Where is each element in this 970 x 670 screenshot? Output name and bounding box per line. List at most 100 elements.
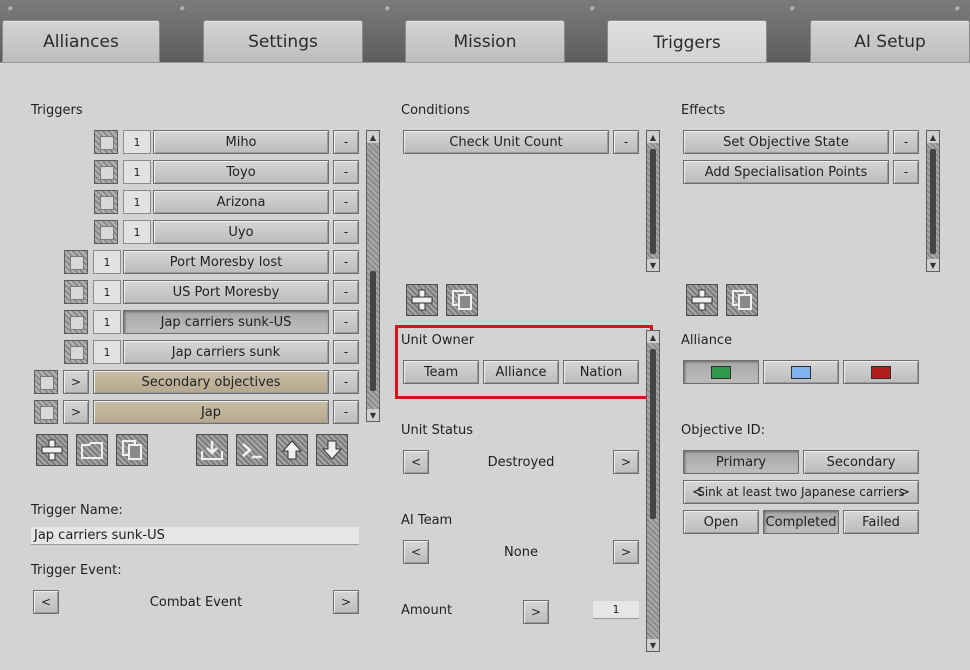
- scroll-up-icon[interactable]: ▲: [647, 131, 659, 143]
- state-completed-button[interactable]: Completed: [763, 510, 839, 534]
- trigger-item[interactable]: US Port Moresby: [123, 280, 329, 304]
- remove-effect-button[interactable]: -: [893, 160, 919, 184]
- trigger-checkbox[interactable]: [94, 160, 118, 184]
- objective-primary-button[interactable]: Primary: [683, 450, 799, 474]
- tab-ai-setup[interactable]: AI Setup: [810, 20, 970, 62]
- state-open-button[interactable]: Open: [683, 510, 759, 534]
- remove-trigger-button[interactable]: -: [333, 400, 359, 424]
- trigger-checkbox[interactable]: [64, 280, 88, 304]
- scroll-thumb[interactable]: [370, 271, 376, 391]
- import-button[interactable]: [196, 434, 228, 466]
- console-button[interactable]: [236, 434, 268, 466]
- arrow-up-icon: [281, 440, 303, 460]
- remove-condition-button[interactable]: -: [613, 130, 639, 154]
- scroll-up-icon[interactable]: ▲: [647, 331, 659, 343]
- effect-item[interactable]: Set Objective State: [683, 130, 889, 154]
- scroll-thumb[interactable]: [650, 149, 656, 254]
- add-effect-button[interactable]: [686, 284, 718, 316]
- scroll-down-icon[interactable]: ▼: [927, 259, 939, 271]
- amount-label: Amount: [401, 603, 453, 618]
- effect-item[interactable]: Add Specialisation Points: [683, 160, 889, 184]
- remove-trigger-button[interactable]: -: [333, 340, 359, 364]
- trigger-count: 1: [93, 280, 121, 304]
- remove-trigger-button[interactable]: -: [333, 280, 359, 304]
- tab-triggers[interactable]: Triggers: [607, 20, 767, 64]
- condition-params-scrollbar[interactable]: ▲ ▼: [646, 330, 660, 652]
- move-down-button[interactable]: [316, 434, 348, 466]
- ai-team-prev-button[interactable]: <: [403, 540, 429, 564]
- remove-trigger-button[interactable]: -: [333, 130, 359, 154]
- add-condition-button[interactable]: [406, 284, 438, 316]
- scroll-thumb[interactable]: [930, 149, 936, 254]
- trigger-item[interactable]: Arizona: [153, 190, 329, 214]
- triggers-scrollbar[interactable]: ▲ ▼: [366, 130, 380, 422]
- remove-trigger-button[interactable]: -: [333, 190, 359, 214]
- trigger-checkbox[interactable]: [94, 130, 118, 154]
- plus-icon: [691, 289, 713, 311]
- trigger-event-prev-button[interactable]: <: [33, 590, 59, 614]
- remove-trigger-button[interactable]: -: [333, 250, 359, 274]
- add-folder-button[interactable]: [76, 434, 108, 466]
- conditions-scrollbar[interactable]: ▲ ▼: [646, 130, 660, 272]
- copy-effect-button[interactable]: [726, 284, 758, 316]
- remove-trigger-button[interactable]: -: [333, 160, 359, 184]
- unit-status-prev-button[interactable]: <: [403, 450, 429, 474]
- trigger-item[interactable]: Miho: [153, 130, 329, 154]
- alliance-color-swatch: [871, 365, 891, 379]
- scroll-down-icon[interactable]: ▼: [647, 259, 659, 271]
- unit-status-label: Unit Status: [401, 423, 474, 438]
- trigger-item[interactable]: Port Moresby lost: [123, 250, 329, 274]
- scroll-up-icon[interactable]: ▲: [367, 131, 379, 143]
- unit-status-next-button[interactable]: >: [613, 450, 639, 474]
- tab-settings[interactable]: Settings: [203, 20, 363, 62]
- trigger-item[interactable]: Uyo: [153, 220, 329, 244]
- remove-trigger-button[interactable]: -: [333, 370, 359, 394]
- trigger-item-selected[interactable]: Jap carriers sunk-US: [123, 310, 329, 334]
- alliance-green-button[interactable]: [683, 360, 759, 384]
- alliance-red-button[interactable]: [843, 360, 919, 384]
- move-up-button[interactable]: [276, 434, 308, 466]
- trigger-name-label: Trigger Name:: [31, 503, 123, 518]
- trigger-name-input[interactable]: Jap carriers sunk-US: [31, 527, 359, 545]
- effects-scrollbar[interactable]: ▲ ▼: [926, 130, 940, 272]
- alliance-color-swatch: [711, 365, 731, 379]
- condition-item[interactable]: Check Unit Count: [403, 130, 609, 154]
- trigger-count: 1: [123, 160, 151, 184]
- copy-condition-button[interactable]: [446, 284, 478, 316]
- amount-input[interactable]: 1: [593, 601, 639, 619]
- scroll-down-icon[interactable]: ▼: [367, 409, 379, 421]
- trigger-checkbox[interactable]: [94, 190, 118, 214]
- trigger-checkbox[interactable]: [64, 310, 88, 334]
- objective-selector[interactable]: < Sink at least two Japanese carriers >: [683, 480, 919, 504]
- trigger-checkbox[interactable]: [64, 340, 88, 364]
- copy-trigger-button[interactable]: [116, 434, 148, 466]
- ai-team-next-button[interactable]: >: [613, 540, 639, 564]
- scroll-thumb[interactable]: [650, 349, 656, 519]
- trigger-checkbox[interactable]: [64, 250, 88, 274]
- ai-team-label: AI Team: [401, 513, 453, 528]
- trigger-group[interactable]: Secondary objectives: [93, 370, 329, 394]
- tab-alliances[interactable]: Alliances: [2, 20, 160, 62]
- add-trigger-button[interactable]: [36, 434, 68, 466]
- remove-trigger-button[interactable]: -: [333, 310, 359, 334]
- trigger-event-next-button[interactable]: >: [333, 590, 359, 614]
- remove-trigger-button[interactable]: -: [333, 220, 359, 244]
- expand-group-button[interactable]: >: [63, 370, 89, 394]
- scroll-up-icon[interactable]: ▲: [927, 131, 939, 143]
- remove-effect-button[interactable]: -: [893, 130, 919, 154]
- tab-mission[interactable]: Mission: [405, 20, 565, 62]
- objective-secondary-button[interactable]: Secondary: [803, 450, 919, 474]
- objective-next-button[interactable]: >: [899, 485, 910, 500]
- trigger-group[interactable]: Jap: [93, 400, 329, 424]
- amount-next-button[interactable]: >: [523, 600, 549, 624]
- trigger-item[interactable]: Jap carriers sunk: [123, 340, 329, 364]
- scroll-down-icon[interactable]: ▼: [647, 639, 659, 651]
- trigger-checkbox[interactable]: [94, 220, 118, 244]
- trigger-group-checkbox[interactable]: [34, 400, 58, 424]
- objective-prev-button[interactable]: <: [692, 485, 703, 500]
- trigger-group-checkbox[interactable]: [34, 370, 58, 394]
- expand-group-button[interactable]: >: [63, 400, 89, 424]
- state-failed-button[interactable]: Failed: [843, 510, 919, 534]
- alliance-blue-button[interactable]: [763, 360, 839, 384]
- trigger-item[interactable]: Toyo: [153, 160, 329, 184]
